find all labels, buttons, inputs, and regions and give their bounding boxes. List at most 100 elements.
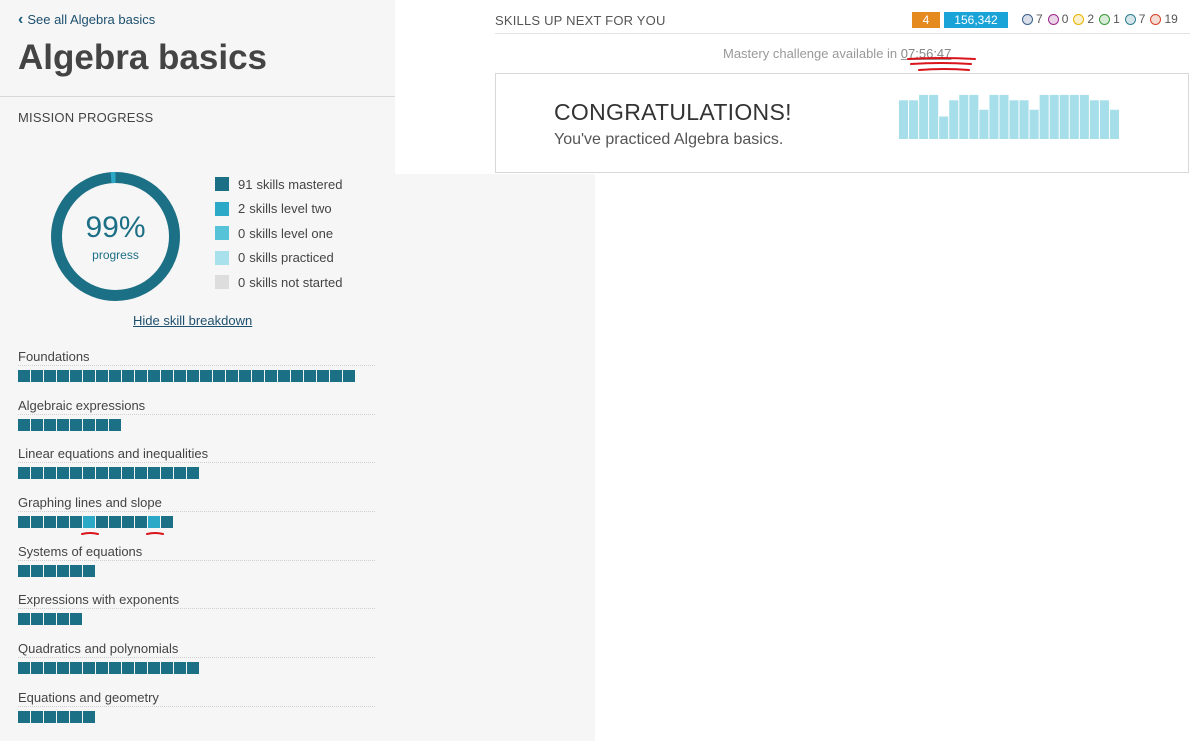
skill-block-mastered[interactable] — [135, 370, 147, 382]
section-name[interactable]: Linear equations and inequalities — [18, 446, 375, 464]
skill-block-mastered[interactable] — [44, 370, 56, 382]
skill-block-mastered[interactable] — [44, 467, 56, 480]
badge-count-item[interactable]: 0 — [1047, 12, 1068, 26]
skill-block-mastered[interactable] — [70, 418, 82, 431]
skill-block-mastered[interactable] — [109, 516, 121, 529]
skill-block-mastered[interactable] — [96, 662, 108, 675]
skill-block-mastered[interactable] — [304, 370, 316, 382]
skill-block-mastered[interactable] — [174, 370, 186, 382]
skill-block-mastered[interactable] — [317, 370, 329, 382]
skill-block-mastered[interactable] — [57, 662, 69, 675]
skill-block-mastered[interactable] — [187, 370, 199, 382]
skill-block-mastered[interactable] — [18, 418, 30, 431]
skill-block-mastered[interactable] — [57, 710, 69, 723]
badge-counts[interactable]: 7 0 2 1 7 19 — [1022, 12, 1178, 26]
skill-block-mastered[interactable] — [57, 418, 69, 431]
skill-block-mastered[interactable] — [18, 370, 30, 382]
skill-block-mastered[interactable] — [70, 467, 82, 480]
skill-block-mastered[interactable] — [70, 564, 82, 577]
skill-block-mastered[interactable] — [18, 467, 30, 480]
skill-block-mastered[interactable] — [161, 467, 173, 480]
badge-count-item[interactable]: 2 — [1073, 12, 1094, 26]
skill-block-mastered[interactable] — [96, 418, 108, 431]
skill-block-mastered[interactable] — [83, 370, 95, 382]
skill-block-mastered[interactable] — [161, 370, 173, 382]
streak-badge[interactable]: 4 — [912, 12, 940, 28]
skill-block-mastered[interactable] — [57, 564, 69, 577]
skill-block-mastered[interactable] — [148, 662, 160, 675]
skill-block-mastered[interactable] — [148, 370, 160, 382]
skill-block-mastered[interactable] — [70, 710, 82, 723]
badge-count-item[interactable]: 1 — [1099, 12, 1120, 26]
skill-block-mastered[interactable] — [44, 418, 56, 431]
skill-block-mastered[interactable] — [161, 516, 173, 529]
skill-block-mastered[interactable] — [44, 710, 56, 723]
hide-skill-breakdown-link[interactable]: Hide skill breakdown — [133, 313, 252, 328]
skill-block-mastered[interactable] — [44, 516, 56, 529]
skill-block-mastered[interactable] — [31, 467, 43, 480]
skill-block-mastered[interactable] — [226, 370, 238, 382]
skill-block-mastered[interactable] — [18, 662, 30, 675]
skill-block-mastered[interactable] — [44, 613, 56, 626]
section-name[interactable]: Expressions with exponents — [18, 592, 375, 610]
skill-block-mastered[interactable] — [330, 370, 342, 382]
skill-block-mastered[interactable] — [187, 467, 199, 480]
skill-block-mastered[interactable] — [83, 418, 95, 431]
skill-block-mastered[interactable] — [278, 370, 290, 382]
skill-block-mastered[interactable] — [18, 516, 30, 529]
skill-block-mastered[interactable] — [187, 662, 199, 675]
skill-block-mastered[interactable] — [18, 710, 30, 723]
skill-block-mastered[interactable] — [213, 370, 225, 382]
skill-block-mastered[interactable] — [18, 564, 30, 577]
skill-block-mastered[interactable] — [135, 662, 147, 675]
section-name[interactable]: Graphing lines and slope — [18, 495, 375, 513]
back-link[interactable]: ‹ See all Algebra basics — [18, 12, 155, 28]
section-name[interactable]: Algebraic expressions — [18, 398, 375, 415]
skill-block-mastered[interactable] — [122, 467, 134, 480]
skill-block-mastered[interactable] — [122, 516, 134, 529]
skill-block-mastered[interactable] — [200, 370, 212, 382]
skill-block-mastered[interactable] — [18, 613, 30, 626]
skill-block-mastered[interactable] — [83, 662, 95, 675]
skill-block-mastered[interactable] — [44, 662, 56, 675]
skill-block-level-two[interactable] — [148, 516, 160, 529]
skill-block-mastered[interactable] — [122, 370, 134, 382]
skill-block-mastered[interactable] — [109, 467, 121, 480]
skill-block-mastered[interactable] — [174, 662, 186, 675]
skill-block-mastered[interactable] — [83, 467, 95, 480]
section-name[interactable]: Equations and geometry — [18, 690, 375, 707]
skill-block-mastered[interactable] — [343, 370, 355, 382]
badge-count-item[interactable]: 7 — [1022, 12, 1043, 26]
skill-block-mastered[interactable] — [161, 662, 173, 675]
badge-count-item[interactable]: 19 — [1150, 12, 1178, 26]
skill-block-mastered[interactable] — [135, 516, 147, 529]
section-name[interactable]: Quadratics and polynomials — [18, 641, 375, 659]
skill-block-mastered[interactable] — [265, 370, 277, 382]
skill-block-mastered[interactable] — [31, 370, 43, 382]
skill-block-mastered[interactable] — [31, 564, 43, 577]
skill-block-mastered[interactable] — [109, 418, 121, 431]
skill-block-mastered[interactable] — [44, 564, 56, 577]
skill-block-mastered[interactable] — [31, 516, 43, 529]
section-name[interactable]: Systems of equations — [18, 544, 375, 561]
skill-block-mastered[interactable] — [57, 467, 69, 480]
energy-points-badge[interactable]: 156,342 — [944, 12, 1008, 28]
skill-block-mastered[interactable] — [70, 516, 82, 529]
skill-block-mastered[interactable] — [135, 467, 147, 480]
skill-block-mastered[interactable] — [31, 710, 43, 723]
skill-block-mastered[interactable] — [70, 613, 82, 626]
skill-block-level-two[interactable] — [83, 516, 95, 529]
skill-block-mastered[interactable] — [70, 662, 82, 675]
skill-block-mastered[interactable] — [31, 613, 43, 626]
skill-block-mastered[interactable] — [83, 564, 95, 577]
skill-block-mastered[interactable] — [31, 662, 43, 675]
skill-block-mastered[interactable] — [57, 516, 69, 529]
skill-block-mastered[interactable] — [109, 370, 121, 382]
badge-count-item[interactable]: 7 — [1124, 12, 1145, 26]
skill-block-mastered[interactable] — [109, 662, 121, 675]
skill-block-mastered[interactable] — [83, 710, 95, 723]
skill-block-mastered[interactable] — [174, 467, 186, 480]
skill-block-mastered[interactable] — [57, 370, 69, 382]
skill-block-mastered[interactable] — [148, 467, 160, 480]
skill-block-mastered[interactable] — [96, 516, 108, 529]
